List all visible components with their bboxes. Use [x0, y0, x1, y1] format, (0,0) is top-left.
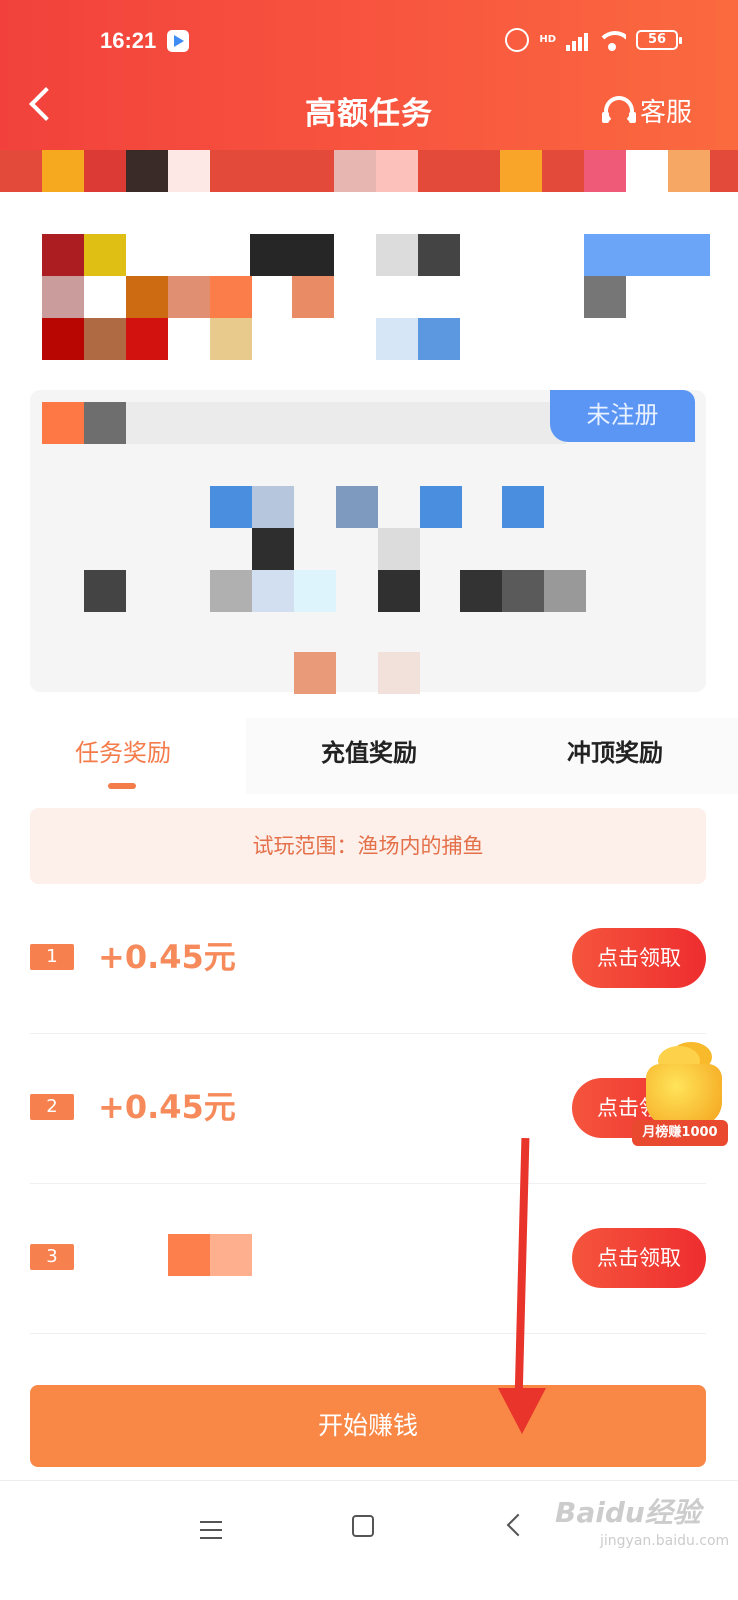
- signal-icon: [566, 29, 588, 51]
- annotation-arrow-head: [498, 1388, 546, 1434]
- battery-icon: 56: [636, 30, 682, 50]
- customer-service-label: 客服: [639, 98, 692, 128]
- wifi-icon: [598, 29, 626, 51]
- alarm-icon: [505, 28, 530, 52]
- task-index: 2: [30, 1094, 74, 1120]
- trial-scope-notice: 试玩范围：渔场内的捕鱼: [30, 808, 706, 884]
- claim-button[interactable]: 点击领取: [572, 1228, 706, 1288]
- task-index: 1: [30, 944, 74, 970]
- task-reward: +0.45元: [98, 938, 236, 976]
- monthly-leaderboard-promo[interactable]: 月榜赚1000: [632, 1040, 728, 1150]
- task-row: 3 点击领取: [30, 1184, 706, 1334]
- tab-top-rewards[interactable]: 冲顶奖励: [492, 718, 738, 794]
- task-reward: +0.45元: [98, 1088, 236, 1126]
- tab-recharge-rewards[interactable]: 充值奖励: [246, 718, 492, 794]
- menu-icon[interactable]: [200, 1521, 222, 1539]
- home-icon[interactable]: [352, 1515, 374, 1537]
- back-icon[interactable]: [506, 1513, 530, 1537]
- watermark-logo: Baidu经验: [555, 1496, 701, 1529]
- task-row: 1 +0.45元 点击领取: [30, 884, 706, 1034]
- treasure-pot-icon: [646, 1064, 722, 1126]
- start-earning-button[interactable]: 开始赚钱: [30, 1385, 706, 1467]
- network-type-label: HD: [539, 34, 556, 45]
- unregistered-badge: 未注册: [550, 390, 695, 442]
- active-tab-indicator: [108, 783, 136, 789]
- headset-icon: [601, 95, 636, 126]
- claim-button[interactable]: 点击领取: [572, 928, 706, 988]
- task-index: 3: [30, 1244, 74, 1270]
- system-nav-bar: Baidu经验 jingyan.baidu.com: [0, 1480, 738, 1600]
- customer-service-button[interactable]: 客服: [601, 92, 692, 129]
- status-time: 16:21: [100, 28, 157, 53]
- task-reward-mosaic: [210, 1234, 252, 1276]
- task-row: 2 +0.45元 点击领取: [30, 1034, 706, 1184]
- status-bar: 16:21 HD 56: [0, 28, 738, 60]
- app-header: 16:21 HD 56 高额任务 客服: [0, 0, 738, 150]
- task-reward-mosaic: [168, 1234, 210, 1276]
- promo-label: 月榜赚1000: [632, 1120, 728, 1146]
- play-store-icon: [167, 30, 189, 52]
- status-icons: HD 56: [505, 28, 682, 52]
- watermark-url: jingyan.baidu.com: [600, 1533, 730, 1549]
